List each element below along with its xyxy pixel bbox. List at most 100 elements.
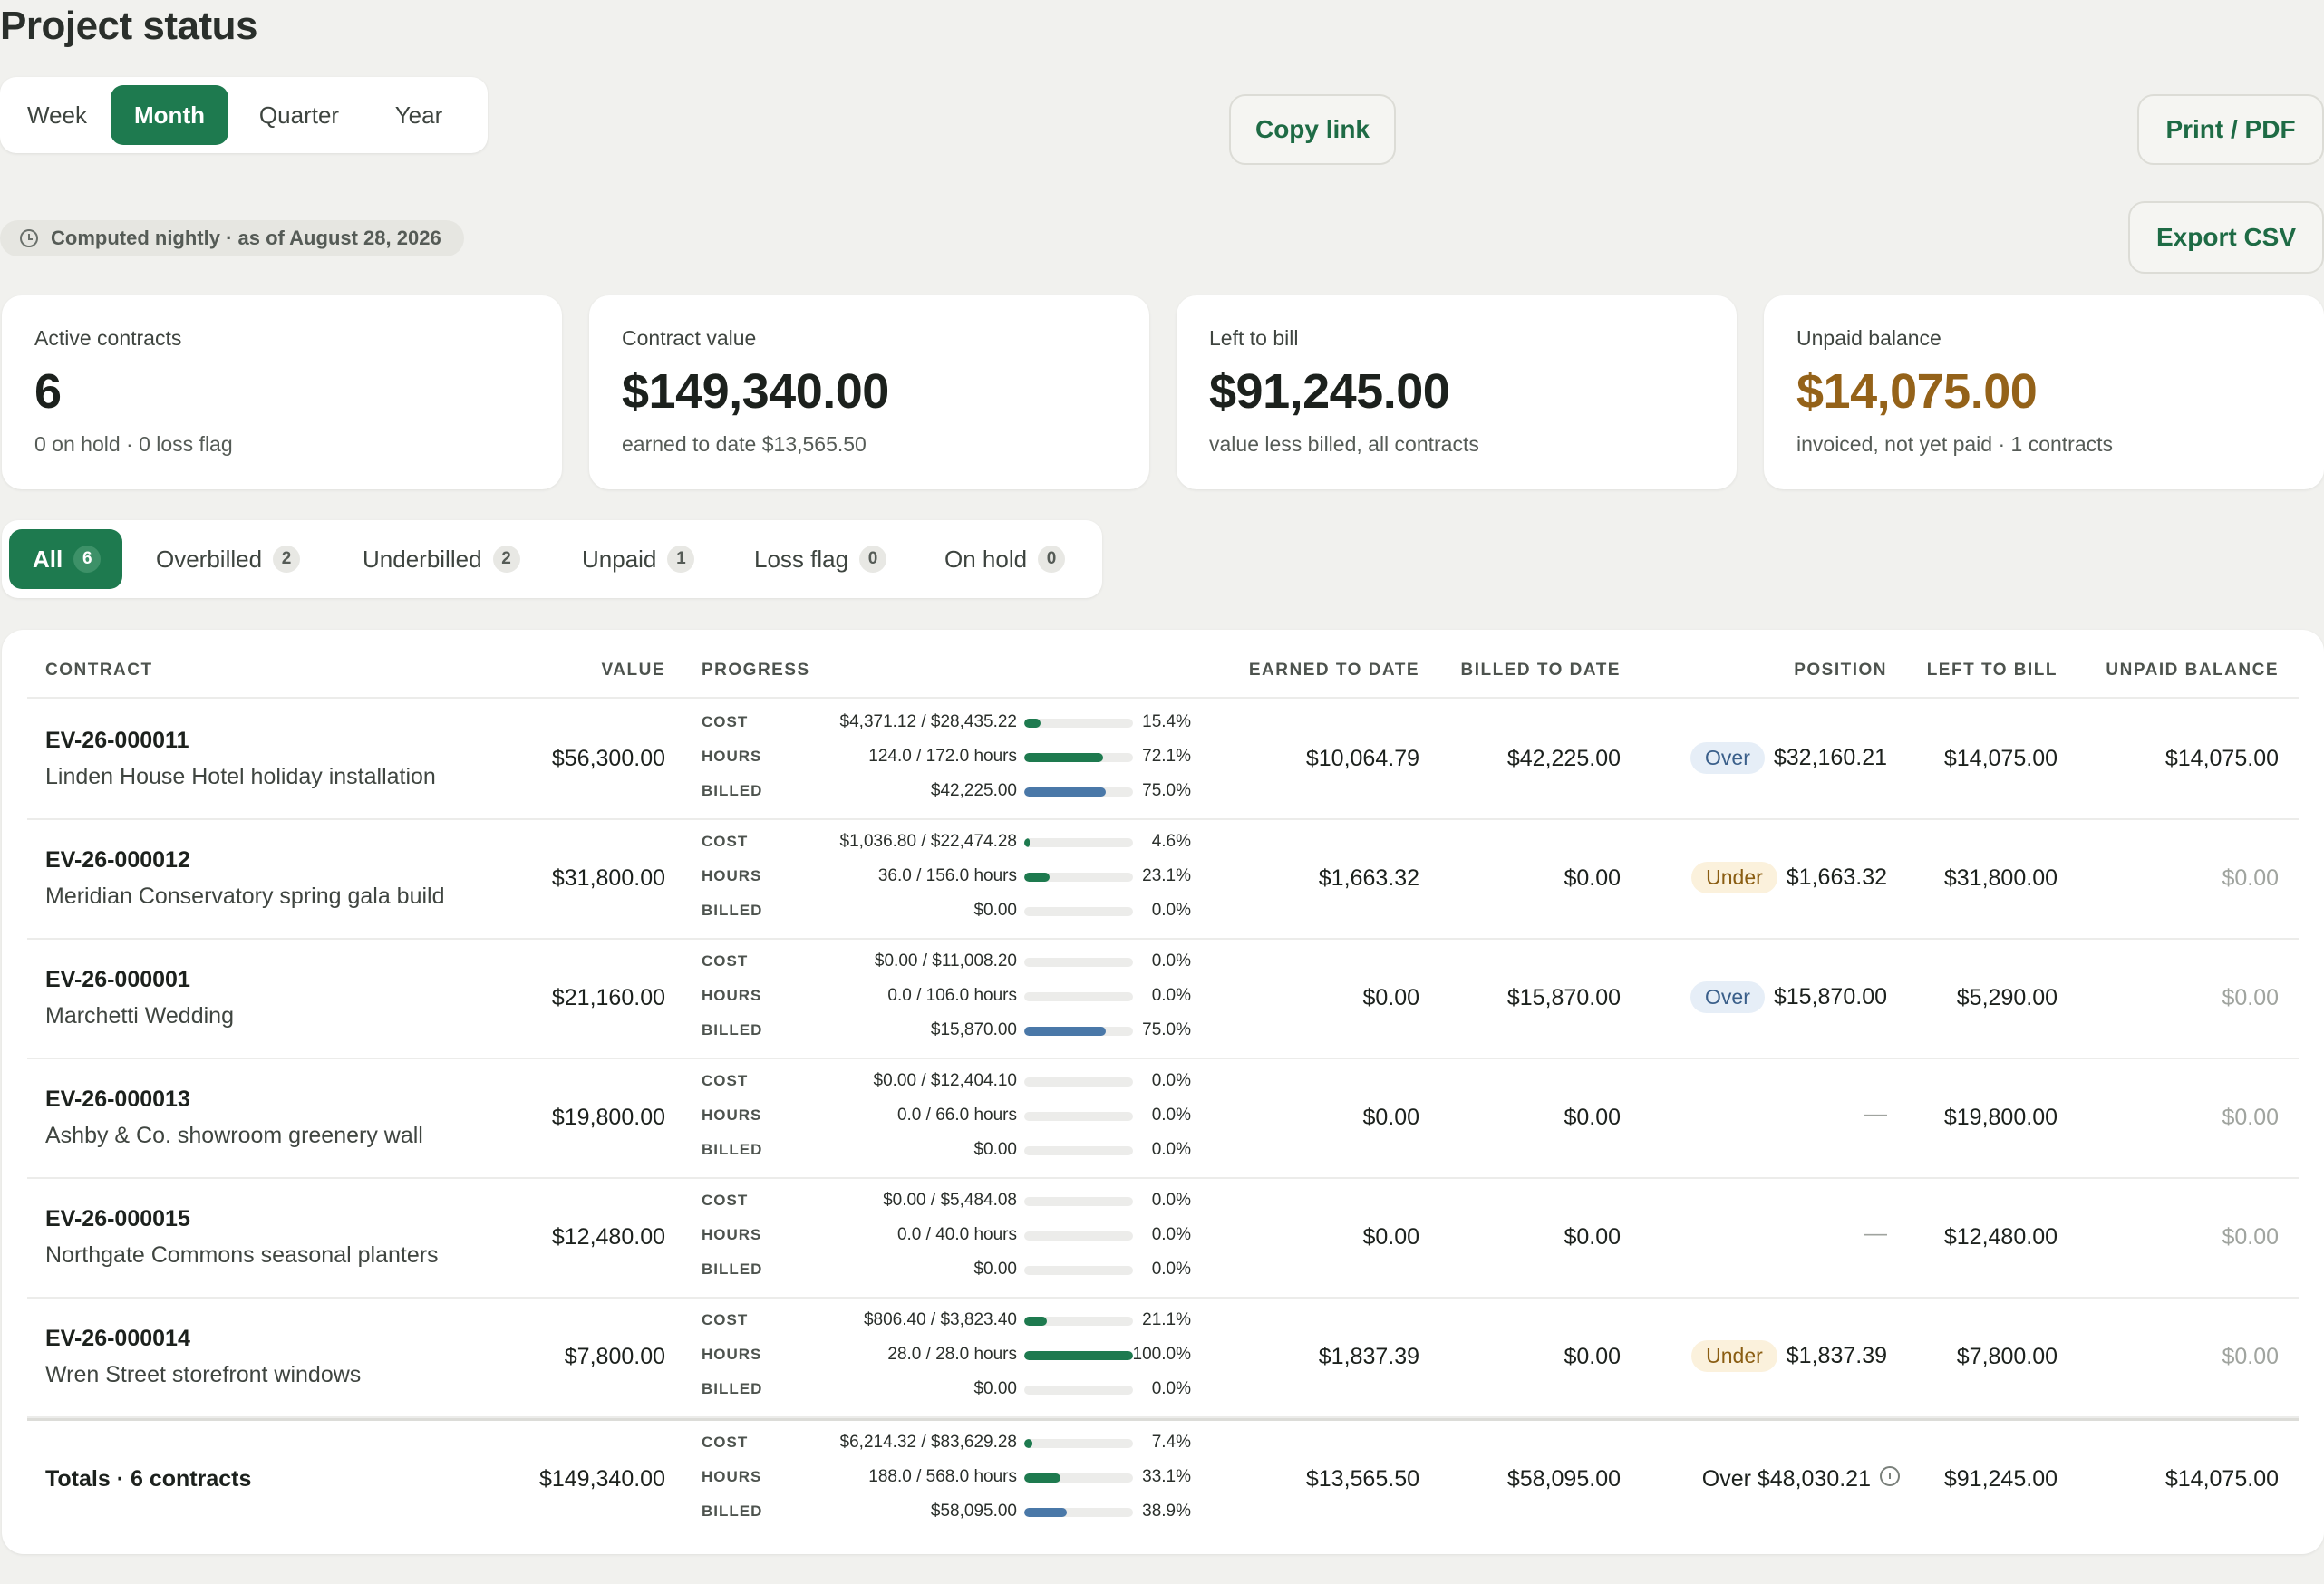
filter-label: On hold bbox=[944, 545, 1028, 573]
table-row[interactable]: EV-26-000012 Meridian Conservatory spring… bbox=[27, 820, 2299, 940]
position-tag: Over bbox=[1690, 742, 1765, 774]
filter-count: 2 bbox=[492, 546, 520, 573]
contract-id[interactable]: EV-26-000011 bbox=[45, 728, 189, 754]
progress-value: $42,225.00 bbox=[930, 781, 1017, 800]
progress-bar bbox=[1024, 1231, 1133, 1241]
period-month[interactable]: Month bbox=[111, 85, 228, 145]
progress-percent: 21.1% bbox=[1142, 1310, 1191, 1329]
progress-value: $0.00 bbox=[973, 1260, 1017, 1279]
table-row[interactable]: EV-26-000013 Ashby & Co. showroom greener… bbox=[27, 1059, 2299, 1179]
progress-bar bbox=[1024, 1508, 1133, 1517]
kpi-value: $14,075.00 bbox=[1796, 364, 2038, 419]
contract-id[interactable]: EV-26-000015 bbox=[45, 1206, 190, 1232]
filter-all[interactable]: All 6 bbox=[9, 529, 123, 589]
col-header-position[interactable]: POSITION bbox=[1794, 661, 1887, 681]
filter-unpaid[interactable]: Unpaid 1 bbox=[582, 529, 695, 589]
progress-label: HOURS bbox=[702, 1346, 762, 1363]
billed-to-date: $0.00 bbox=[1564, 1344, 1621, 1369]
totals-earned: $13,565.50 bbox=[1305, 1466, 1419, 1492]
kpi-label: Active contracts bbox=[34, 326, 182, 350]
progress-value: $0.00 bbox=[973, 1379, 1017, 1398]
col-header-progress[interactable]: PROGRESS bbox=[702, 661, 810, 681]
copy-link-button[interactable]: Copy link bbox=[1229, 94, 1396, 165]
col-header-earned[interactable]: EARNED TO DATE bbox=[1249, 661, 1419, 681]
progress-bar bbox=[1024, 838, 1133, 847]
progress-percent: 0.0% bbox=[1151, 1191, 1191, 1210]
totals-label: Totals · 6 contracts bbox=[45, 1466, 252, 1492]
progress-value: 36.0 / 156.0 hours bbox=[877, 866, 1017, 885]
kpi-label: Left to bill bbox=[1209, 326, 1299, 350]
filter-underbilled[interactable]: Underbilled 2 bbox=[363, 529, 520, 589]
contract-id[interactable]: EV-26-000012 bbox=[45, 847, 190, 874]
info-icon[interactable] bbox=[1880, 1466, 1900, 1487]
progress-value: $0.00 / $5,484.08 bbox=[883, 1191, 1017, 1210]
progress-value: 0.0 / 106.0 hours bbox=[887, 986, 1017, 1005]
progress-label: BILLED bbox=[702, 902, 763, 919]
progress-label: BILLED bbox=[702, 1021, 763, 1038]
col-header-value[interactable]: VALUE bbox=[602, 661, 665, 681]
contract-name: Wren Street storefront windows bbox=[45, 1362, 362, 1387]
table-row[interactable]: EV-26-000001 Marchetti Wedding $21,160.00 C… bbox=[27, 940, 2299, 1059]
earned-to-date: $10,064.79 bbox=[1305, 746, 1419, 771]
contract-id[interactable]: EV-26-000001 bbox=[45, 967, 190, 993]
col-header-left[interactable]: LEFT TO BILL bbox=[1927, 661, 2058, 681]
kpi-unpaid-balance: Unpaid balance $14,075.00 invoiced, not … bbox=[1764, 295, 2324, 489]
filter-overbilled[interactable]: Overbilled 2 bbox=[156, 529, 301, 589]
earned-to-date: $0.00 bbox=[1362, 1105, 1419, 1130]
position-value: $32,160.21 bbox=[1773, 745, 1887, 770]
billed-to-date: $0.00 bbox=[1564, 1224, 1621, 1250]
col-header-contract[interactable]: CONTRACT bbox=[45, 661, 153, 681]
progress-percent: 0.0% bbox=[1151, 1260, 1191, 1279]
progress-value: 188.0 / 568.0 hours bbox=[868, 1467, 1017, 1486]
position-value: $1,837.39 bbox=[1786, 1343, 1887, 1368]
position-tag: Under bbox=[1691, 1340, 1777, 1372]
filter-tabs: All 6 Overbilled 2 Underbilled 2 Unpaid 1 Lo… bbox=[2, 520, 1102, 598]
progress-label: HOURS bbox=[702, 867, 762, 884]
filter-on-hold[interactable]: On hold 0 bbox=[944, 529, 1066, 589]
kpi-value: $149,340.00 bbox=[622, 364, 889, 419]
totals-position-value: Over $48,030.21 bbox=[1701, 1466, 1871, 1492]
progress-percent: 38.9% bbox=[1142, 1502, 1191, 1521]
progress-bar bbox=[1024, 992, 1133, 1001]
filter-label: Overbilled bbox=[156, 545, 263, 573]
progress-bar bbox=[1024, 1386, 1133, 1395]
progress-label: HOURS bbox=[702, 748, 762, 765]
contract-value: $19,800.00 bbox=[551, 1105, 665, 1130]
progress-label: COST bbox=[702, 1072, 749, 1089]
filter-loss-flag[interactable]: Loss flag 0 bbox=[754, 529, 887, 589]
progress-value: 0.0 / 40.0 hours bbox=[896, 1225, 1017, 1244]
table-row[interactable]: EV-26-000015 Northgate Commons seasonal p… bbox=[27, 1179, 2299, 1299]
contract-id[interactable]: EV-26-000013 bbox=[45, 1087, 190, 1113]
progress-bar bbox=[1024, 1473, 1133, 1483]
period-year[interactable]: Year bbox=[370, 85, 468, 145]
contract-name: Linden House Hotel holiday installation bbox=[45, 764, 436, 789]
col-header-billed[interactable]: BILLED TO DATE bbox=[1460, 661, 1621, 681]
computed-note: Computed nightly · as of August 28, 2026 bbox=[0, 220, 464, 256]
position-empty: — bbox=[1864, 1101, 1887, 1126]
billed-to-date: $0.00 bbox=[1564, 865, 1621, 891]
totals-billed: $58,095.00 bbox=[1506, 1466, 1621, 1492]
export-csv-button[interactable]: Export CSV bbox=[2128, 201, 2324, 274]
kpi-active-contracts: Active contracts 6 0 on hold · 0 loss fl… bbox=[2, 295, 562, 489]
left-to-bill: $19,800.00 bbox=[1943, 1105, 2058, 1130]
period-quarter[interactable]: Quarter bbox=[228, 85, 370, 145]
progress-percent: 0.0% bbox=[1151, 986, 1191, 1005]
progress-bar bbox=[1024, 1027, 1133, 1036]
billed-to-date: $0.00 bbox=[1564, 1105, 1621, 1130]
unpaid-balance: $0.00 bbox=[2222, 1105, 2279, 1130]
position: — bbox=[1864, 1101, 1887, 1127]
col-header-unpaid[interactable]: UNPAID BALANCE bbox=[2106, 661, 2279, 681]
table-row[interactable]: EV-26-000011 Linden House Hotel holiday i… bbox=[27, 700, 2299, 820]
filter-count: 6 bbox=[73, 546, 102, 573]
totals-left: $91,245.00 bbox=[1943, 1466, 2058, 1492]
progress-percent: 0.0% bbox=[1151, 1071, 1191, 1090]
progress-label: BILLED bbox=[702, 1260, 763, 1278]
print-pdf-button[interactable]: Print / PDF bbox=[2137, 94, 2324, 165]
progress-label: BILLED bbox=[702, 1380, 763, 1397]
table-row[interactable]: EV-26-000014 Wren Street storefront windo… bbox=[27, 1299, 2299, 1418]
position: Over $15,870.00 bbox=[1690, 981, 1887, 1013]
billed-to-date: $42,225.00 bbox=[1506, 746, 1621, 771]
contract-id[interactable]: EV-26-000014 bbox=[45, 1326, 190, 1352]
contract-value: $21,160.00 bbox=[551, 985, 665, 1010]
period-week[interactable]: Week bbox=[4, 85, 111, 145]
